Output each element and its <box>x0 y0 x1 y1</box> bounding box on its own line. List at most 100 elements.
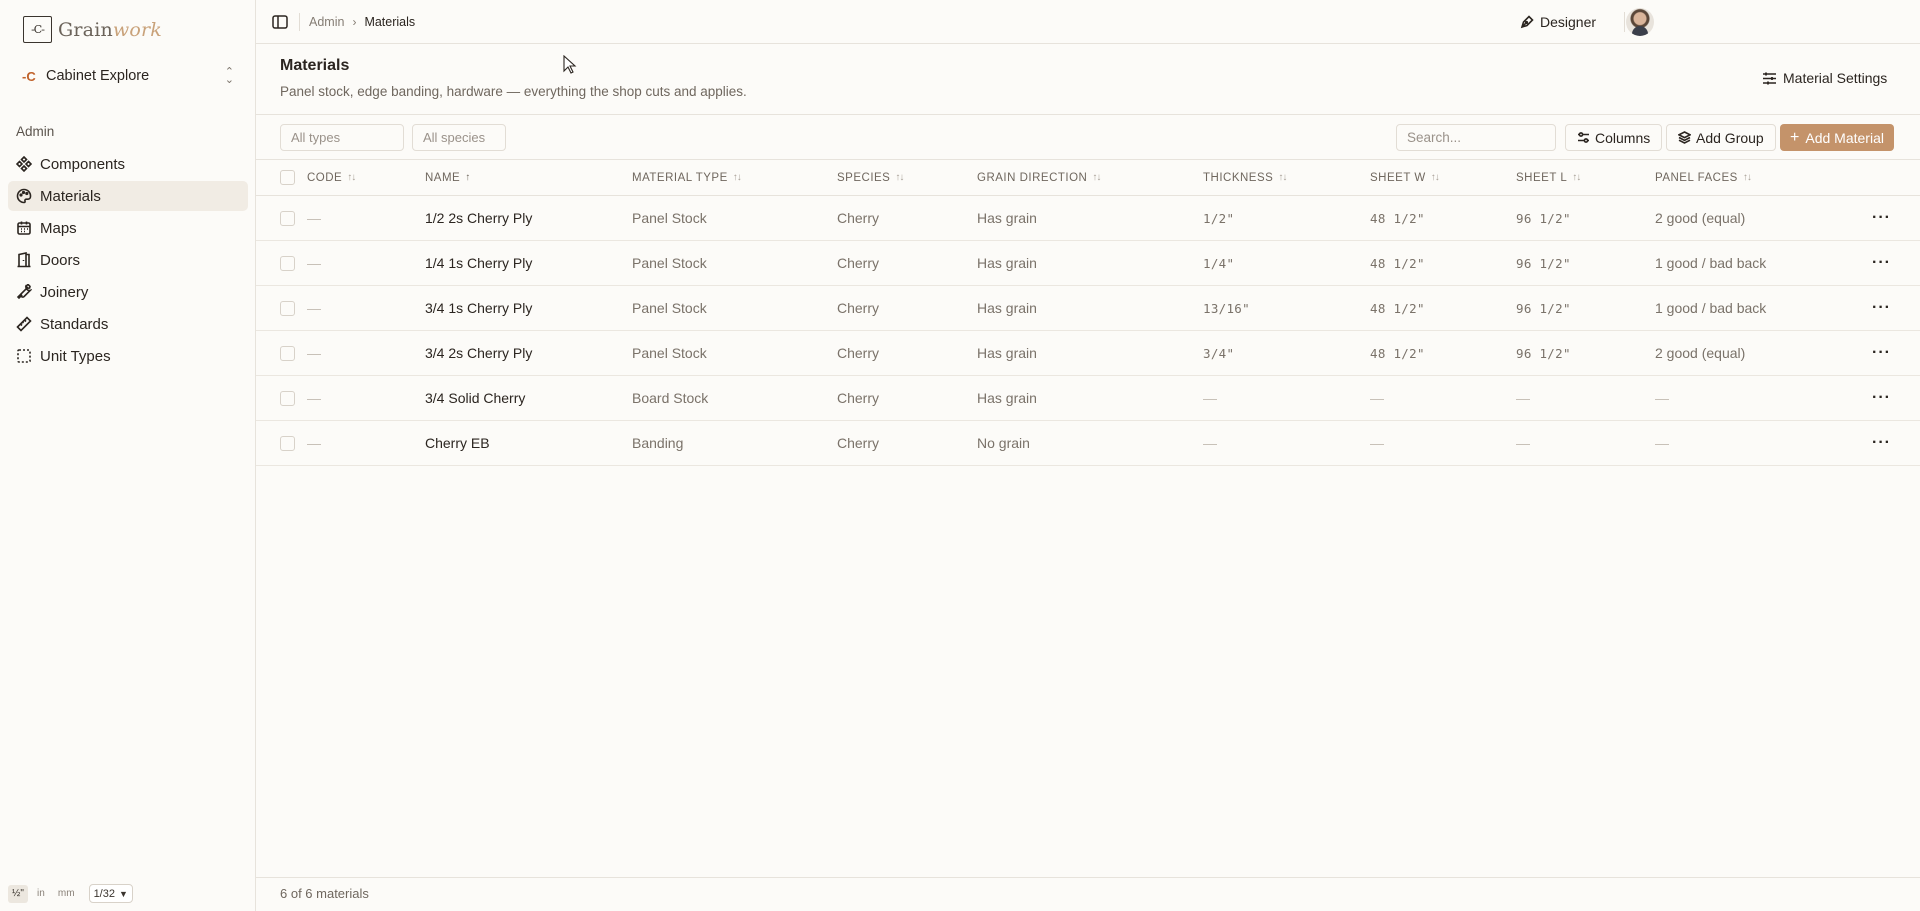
project-name: Cabinet Explore <box>46 68 150 84</box>
species-filter[interactable]: All species <box>412 124 506 151</box>
sidebar-nav: Components Materials Maps Doors Joinery … <box>8 149 248 373</box>
column-header-label: GRAIN DIRECTION <box>977 171 1088 184</box>
breadcrumb-current: Materials <box>364 14 416 29</box>
column-header-material-type[interactable]: MATERIAL TYPE ↑↓ <box>632 160 742 195</box>
cell-material-type: Panel Stock <box>632 210 707 226</box>
material-settings-button[interactable]: Material Settings <box>1762 68 1887 88</box>
sidebar: -C- Grainwork -C Cabinet Explore ⌃ ⌄ Admi… <box>0 0 256 911</box>
search-input[interactable] <box>1396 124 1556 151</box>
column-header-sheet-w[interactable]: SHEET W ↑↓ <box>1370 160 1440 195</box>
app-logo[interactable]: -C- Grainwork <box>23 16 162 43</box>
column-header-thickness[interactable]: THICKNESS ↑↓ <box>1203 160 1287 195</box>
column-header-name[interactable]: NAME ↑ <box>425 160 470 195</box>
table-row[interactable]: — 1/2 2s Cherry Ply Panel Stock Cherry H… <box>256 196 1920 241</box>
sidebar-item-materials[interactable]: Materials <box>8 181 248 211</box>
cell-sheet-l: 96 1/2" <box>1516 345 1571 361</box>
row-checkbox[interactable] <box>280 300 295 316</box>
cell-name[interactable]: 3/4 2s Cherry Ply <box>425 331 532 375</box>
cell-name[interactable]: 3/4 1s Cherry Ply <box>425 286 532 330</box>
calendar-icon <box>17 221 31 235</box>
row-more-icon[interactable]: ··· <box>1872 241 1891 285</box>
sidebar-item-doors[interactable]: Doors <box>8 245 248 275</box>
sidebar-item-label: Maps <box>40 219 77 237</box>
sidebar-item-label: Doors <box>40 251 81 269</box>
row-checkbox-cell <box>280 331 295 375</box>
cell-name[interactable]: 3/4 Solid Cherry <box>425 376 525 420</box>
cell-grain-direction: Has grain <box>977 210 1037 226</box>
column-header-grain-direction[interactable]: GRAIN DIRECTION ↑↓ <box>977 160 1101 195</box>
column-header-code[interactable]: CODE ↑↓ <box>307 160 356 195</box>
cell-name[interactable]: 1/2 2s Cherry Ply <box>425 196 532 240</box>
precision-select[interactable]: 1/32 ▼ <box>88 884 133 903</box>
type-filter[interactable]: All types <box>280 124 404 151</box>
project-switcher[interactable]: -C Cabinet Explore ⌃ ⌄ <box>22 62 234 90</box>
column-header-panel-faces[interactable]: PANEL FACES ↑↓ <box>1655 160 1752 195</box>
sidebar-item-unit-types[interactable]: Unit Types <box>8 341 248 371</box>
components-icon <box>16 156 32 172</box>
row-checkbox-cell <box>280 196 295 240</box>
row-more-icon[interactable]: ··· <box>1872 331 1891 375</box>
breadcrumb-admin[interactable]: Admin <box>309 15 344 29</box>
row-more-icon[interactable]: ··· <box>1872 286 1891 330</box>
cell-name[interactable]: 1/4 1s Cherry Ply <box>425 241 532 285</box>
unit-fraction-button[interactable]: ½" <box>8 884 28 903</box>
avatar[interactable] <box>1626 8 1654 36</box>
table-row[interactable]: — 3/4 Solid Cherry Board Stock Cherry Ha… <box>256 376 1920 421</box>
row-checkbox-cell <box>280 286 295 330</box>
cell-panel-faces: — <box>1655 390 1669 406</box>
designer-button[interactable]: Designer <box>1520 10 1596 34</box>
row-more-icon[interactable]: ··· <box>1872 196 1891 240</box>
wrench-icon <box>16 284 32 300</box>
unit-inches-button[interactable]: in <box>32 885 50 903</box>
divider <box>256 877 1920 878</box>
columns-settings-icon <box>1578 132 1589 143</box>
table-row[interactable]: — Cherry EB Banding Cherry No grain — — … <box>256 421 1920 466</box>
add-material-button[interactable]: + Add Material <box>1780 124 1894 151</box>
table-row[interactable]: — 3/4 1s Cherry Ply Panel Stock Cherry H… <box>256 286 1920 331</box>
row-more-icon[interactable]: ··· <box>1872 421 1891 465</box>
cell-grain-direction: No grain <box>977 435 1030 451</box>
cell-name[interactable]: Cherry EB <box>425 421 490 465</box>
cell-thickness: 1/2" <box>1203 210 1235 226</box>
sidebar-item-maps[interactable]: Maps <box>8 213 248 243</box>
sort-icon: ↑↓ <box>732 172 742 183</box>
select-all-checkbox-cell <box>280 160 295 195</box>
chevron-up-down-icon: ⌃ ⌄ <box>224 66 234 86</box>
unit-toggle: ½" in mm 1/32 ▼ <box>8 884 133 903</box>
layers-icon <box>1678 131 1691 144</box>
divider <box>256 114 1920 115</box>
row-checkbox[interactable] <box>280 345 295 361</box>
row-checkbox[interactable] <box>280 255 295 271</box>
table-row[interactable]: — 1/4 1s Cherry Ply Panel Stock Cherry H… <box>256 241 1920 286</box>
column-header-label: CODE <box>307 171 343 184</box>
cell-grain-direction: Has grain <box>977 300 1037 316</box>
column-header-sheet-l[interactable]: SHEET L ↑↓ <box>1516 160 1581 195</box>
sidebar-item-standards[interactable]: Standards <box>8 309 248 339</box>
unit-mm-button[interactable]: mm <box>54 885 79 903</box>
sidebar-item-label: Standards <box>40 315 109 333</box>
sidebar-toggle-icon[interactable] <box>271 13 289 31</box>
column-header-label: NAME <box>425 171 461 184</box>
sidebar-item-components[interactable]: Components <box>8 149 248 179</box>
sort-icon: ↑↓ <box>895 172 904 183</box>
add-material-label: Add Material <box>1805 129 1884 146</box>
table-row[interactable]: — 3/4 2s Cherry Ply Panel Stock Cherry H… <box>256 331 1920 376</box>
column-header-species[interactable]: SPECIES ↑↓ <box>837 160 904 195</box>
column-header-label: SHEET W <box>1370 171 1426 184</box>
sort-icon: ↑↓ <box>347 172 356 183</box>
add-group-button[interactable]: Add Group <box>1666 124 1776 151</box>
cell-panel-faces: 1 good / bad back <box>1655 255 1767 271</box>
select-all-checkbox[interactable] <box>280 170 295 185</box>
sidebar-item-joinery[interactable]: Joinery <box>8 277 248 307</box>
plus-icon: + <box>1790 128 1800 146</box>
row-checkbox[interactable] <box>280 210 295 226</box>
row-more-icon[interactable]: ··· <box>1872 376 1891 420</box>
row-checkbox[interactable] <box>280 435 295 451</box>
cell-panel-faces: 2 good (equal) <box>1655 210 1746 226</box>
cell-sheet-w: — <box>1370 435 1384 451</box>
add-group-label: Add Group <box>1696 129 1764 146</box>
row-checkbox[interactable] <box>280 390 295 406</box>
column-header-label: SPECIES <box>837 171 891 184</box>
cell-material-type: Panel Stock <box>632 255 707 271</box>
columns-button[interactable]: Columns <box>1565 124 1663 151</box>
